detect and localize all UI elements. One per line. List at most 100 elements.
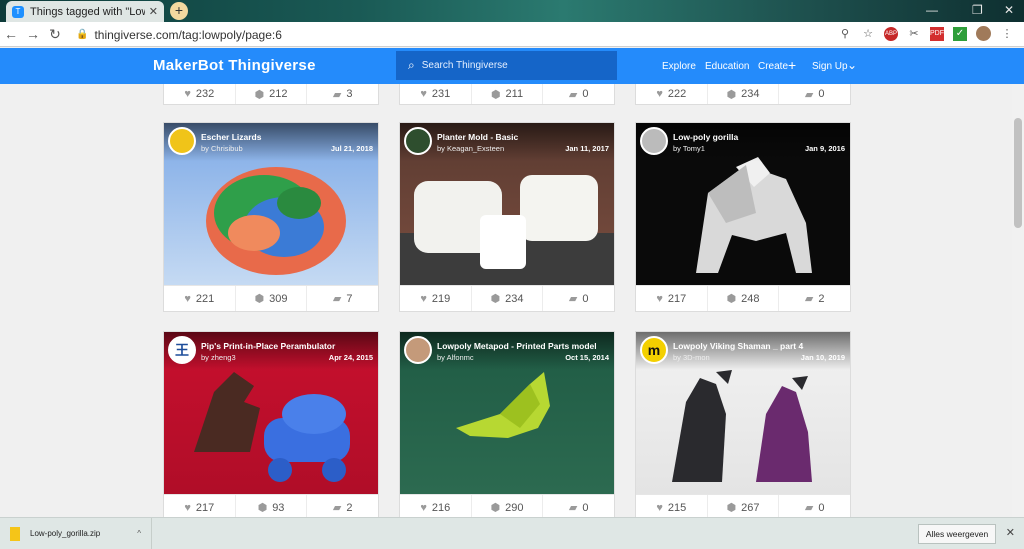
chevron-down-icon[interactable]: ⌄ (847, 58, 857, 72)
heart-icon: ♥ (656, 501, 663, 514)
thing-thumbnail[interactable]: Escher Lizards by Chrisibub Jul 21, 2018 (164, 123, 378, 285)
thing-card[interactable]: Lowpoly Metapod - Printed Parts model by… (399, 331, 615, 517)
creator-avatar[interactable] (404, 127, 432, 155)
thing-thumbnail[interactable]: m Lowpoly Viking Shaman _ part 4 by 3D-m… (636, 332, 850, 494)
nav-create[interactable]: Create (758, 61, 788, 72)
nav-sign-up[interactable]: Sign Up (812, 61, 848, 72)
show-all-downloads-button[interactable]: Alles weergeven (918, 524, 996, 544)
menu-kebab-icon[interactable]: ⋮ (1000, 27, 1014, 41)
restore-button[interactable]: ❐ (972, 3, 983, 17)
like-stat[interactable]: ♥ 217 (164, 495, 236, 517)
creator-avatar[interactable]: 王 (168, 336, 196, 364)
comment-icon: ▰ (568, 293, 578, 305)
creator-avatar[interactable] (404, 336, 432, 364)
like-stat[interactable]: ♥ 221 (164, 286, 236, 311)
thing-title[interactable]: Escher Lizards (201, 132, 261, 142)
comment-stat[interactable]: ▰ 7 (307, 286, 378, 311)
thing-creator[interactable]: by Chrisibub (201, 144, 243, 153)
translate-extension-icon[interactable]: ✂ (907, 27, 921, 41)
thing-creator[interactable]: by Alfonmc (437, 353, 474, 362)
site-header: MakerBot Thingiverse ⌕ Search Thingivers… (0, 48, 1024, 84)
thing-title[interactable]: Lowpoly Viking Shaman _ part 4 (673, 341, 803, 351)
collect-icon: ⬢ (726, 502, 737, 514)
collect-stat[interactable]: ⬢ 212 (236, 84, 308, 104)
like-stat[interactable]: ♥ 215 (636, 495, 708, 517)
thing-thumbnail[interactable]: Planter Mold - Basic by Keagan_Exsteen J… (400, 123, 614, 285)
download-bar-close-icon[interactable]: ✕ (1006, 526, 1015, 539)
thing-creator[interactable]: by zheng3 (201, 353, 236, 362)
thing-card[interactable]: m Lowpoly Viking Shaman _ part 4 by 3D-m… (635, 331, 851, 517)
thing-title[interactable]: Planter Mold - Basic (437, 132, 518, 142)
card-stats-row: ♥ 215 ⬢ 267 ▰ 0 (636, 494, 850, 517)
makerbot-thingiverse-logo[interactable]: MakerBot Thingiverse (153, 57, 316, 74)
comment-stat[interactable]: ▰ 2 (779, 286, 850, 311)
lock-icon: 🔒 (76, 29, 89, 40)
thing-thumbnail[interactable]: Lowpoly Metapod - Printed Parts model by… (400, 332, 614, 494)
reload-button[interactable]: ↻ (44, 26, 66, 43)
thing-card[interactable]: Planter Mold - Basic by Keagan_Exsteen J… (399, 122, 615, 312)
new-tab-button[interactable]: + (170, 2, 188, 20)
forward-button[interactable]: → (22, 26, 44, 42)
bookmark-star-icon[interactable]: ☆ (861, 27, 875, 41)
comment-stat[interactable]: ▰ 0 (779, 495, 850, 517)
thing-title[interactable]: Pip's Print-in-Place Perambulator (201, 341, 335, 351)
creator-avatar[interactable]: m (640, 336, 668, 364)
collect-stat[interactable]: ⬢ 234 (472, 286, 544, 311)
create-plus-icon[interactable]: + (788, 57, 796, 73)
browser-tab[interactable]: T Things tagged with "Lowpoly" - T ✕ (6, 1, 164, 22)
nav-explore[interactable]: Explore (662, 61, 696, 72)
collect-stat[interactable]: ⬢ 290 (472, 495, 544, 517)
card-stats-row: ♥ 221 ⬢ 309 ▰ 7 (164, 285, 378, 311)
like-stat[interactable]: ♥ 232 (164, 84, 236, 104)
thing-card[interactable]: Escher Lizards by Chrisibub Jul 21, 2018… (163, 122, 379, 312)
checkmark-extension-icon[interactable]: ✓ (953, 26, 967, 41)
creator-avatar[interactable] (168, 127, 196, 155)
thing-title[interactable]: Lowpoly Metapod - Printed Parts model (437, 341, 597, 351)
comment-stat[interactable]: ▰ 0 (543, 286, 614, 311)
collect-stat[interactable]: ⬢ 93 (236, 495, 308, 517)
thing-creator[interactable]: by Tomy1 (673, 144, 705, 153)
thing-thumbnail[interactable]: Low-poly gorilla by Tomy1 Jan 9, 2016 (636, 123, 850, 285)
back-button[interactable]: ← (0, 26, 22, 42)
comment-stat[interactable]: ▰ 2 (307, 495, 378, 517)
scrollbar-thumb[interactable] (1014, 118, 1022, 228)
tab-close-icon[interactable]: ✕ (149, 5, 158, 18)
minimize-button[interactable]: — (926, 3, 938, 17)
like-stat[interactable]: ♥ 216 (400, 495, 472, 517)
thing-creator[interactable]: by 3D-mon (673, 353, 710, 362)
nav-education[interactable]: Education (705, 61, 749, 72)
comment-stat[interactable]: ▰ 3 (307, 84, 378, 104)
like-stat[interactable]: ♥ 219 (400, 286, 472, 311)
search-icon: ⌕ (408, 58, 415, 72)
pdf-extension-icon[interactable]: PDF (930, 26, 944, 41)
collect-stat[interactable]: ⬢ 309 (236, 286, 308, 311)
thingiverse-favicon-icon: T (12, 5, 24, 18)
comment-stat[interactable]: ▰ 0 (779, 84, 850, 104)
address-bar[interactable]: 🔒 thingiverse.com/tag:lowpoly/page:6 (76, 25, 876, 44)
collect-stat[interactable]: ⬢ 248 (708, 286, 780, 311)
creator-avatar[interactable] (640, 127, 668, 155)
page-scrollbar[interactable] (1012, 84, 1024, 517)
window-close-button[interactable]: ✕ (1004, 3, 1014, 17)
download-item[interactable]: Low-poly_gorilla.zip ^ (10, 518, 152, 549)
thing-thumbnail[interactable]: 王 Pip's Print-in-Place Perambulator by z… (164, 332, 378, 494)
comment-stat[interactable]: ▰ 0 (543, 84, 614, 104)
thing-title[interactable]: Low-poly gorilla (673, 132, 738, 142)
like-stat[interactable]: ♥ 231 (400, 84, 472, 104)
thing-creator[interactable]: by Keagan_Exsteen (437, 144, 504, 153)
card-stats-row: ♥ 216 ⬢ 290 ▰ 0 (400, 494, 614, 517)
chevron-up-icon[interactable]: ^ (137, 529, 141, 538)
like-stat[interactable]: ♥ 217 (636, 286, 708, 311)
comment-stat[interactable]: ▰ 0 (543, 495, 614, 517)
adblock-extension-icon[interactable]: ABP (884, 26, 898, 41)
collect-stat[interactable]: ⬢ 267 (708, 495, 780, 517)
zoom-icon[interactable]: ⚲ (838, 27, 852, 41)
thing-card[interactable]: 王 Pip's Print-in-Place Perambulator by z… (163, 331, 379, 517)
heart-icon: ♥ (420, 292, 427, 305)
like-stat[interactable]: ♥ 222 (636, 84, 708, 104)
profile-avatar[interactable] (976, 26, 991, 41)
collect-stat[interactable]: ⬢ 211 (472, 84, 544, 104)
collect-stat[interactable]: ⬢ 234 (708, 84, 780, 104)
search-input[interactable]: ⌕ Search Thingiverse (396, 51, 617, 80)
thing-card[interactable]: Low-poly gorilla by Tomy1 Jan 9, 2016 ♥ 2… (635, 122, 851, 312)
